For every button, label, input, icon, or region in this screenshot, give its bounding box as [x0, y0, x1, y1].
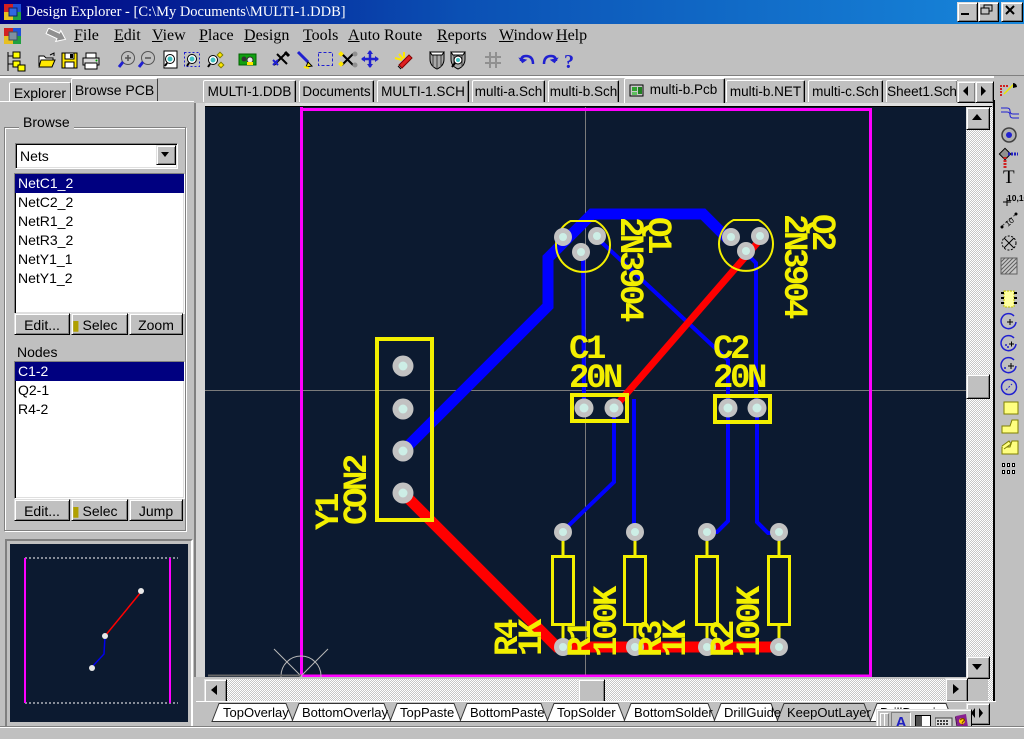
svg-text:2N3904: 2N3904 — [774, 214, 812, 319]
svg-text:TopPaste: TopPaste — [400, 705, 454, 720]
svg-text:TopOverlay: TopOverlay — [223, 705, 289, 720]
svg-text:DrillGuide: DrillGuide — [724, 705, 781, 720]
svg-text:BottomOverlay: BottomOverlay — [302, 705, 388, 720]
svg-text:20N: 20N — [569, 360, 622, 398]
svg-text:1K: 1K — [514, 618, 552, 656]
svg-text:20N: 20N — [713, 360, 766, 398]
svg-text:2N3904: 2N3904 — [610, 217, 648, 322]
svg-text:10: 10 — [1003, 215, 1016, 228]
svg-text:100K: 100K — [732, 585, 770, 657]
svg-text:?: ? — [564, 51, 574, 73]
svg-text:KeepOutLayer: KeepOutLayer — [787, 705, 872, 720]
svg-text:T: T — [1003, 167, 1015, 188]
svg-text:10,10: 10,10 — [1007, 193, 1024, 203]
svg-text:BottomSolder: BottomSolder — [634, 705, 713, 720]
svg-text:100K: 100K — [589, 585, 627, 657]
svg-text:1K: 1K — [658, 619, 696, 657]
svg-text:TopSolder: TopSolder — [557, 705, 616, 720]
svg-text:CON2: CON2 — [339, 455, 377, 525]
svg-text:BottomPaste: BottomPaste — [470, 705, 544, 720]
